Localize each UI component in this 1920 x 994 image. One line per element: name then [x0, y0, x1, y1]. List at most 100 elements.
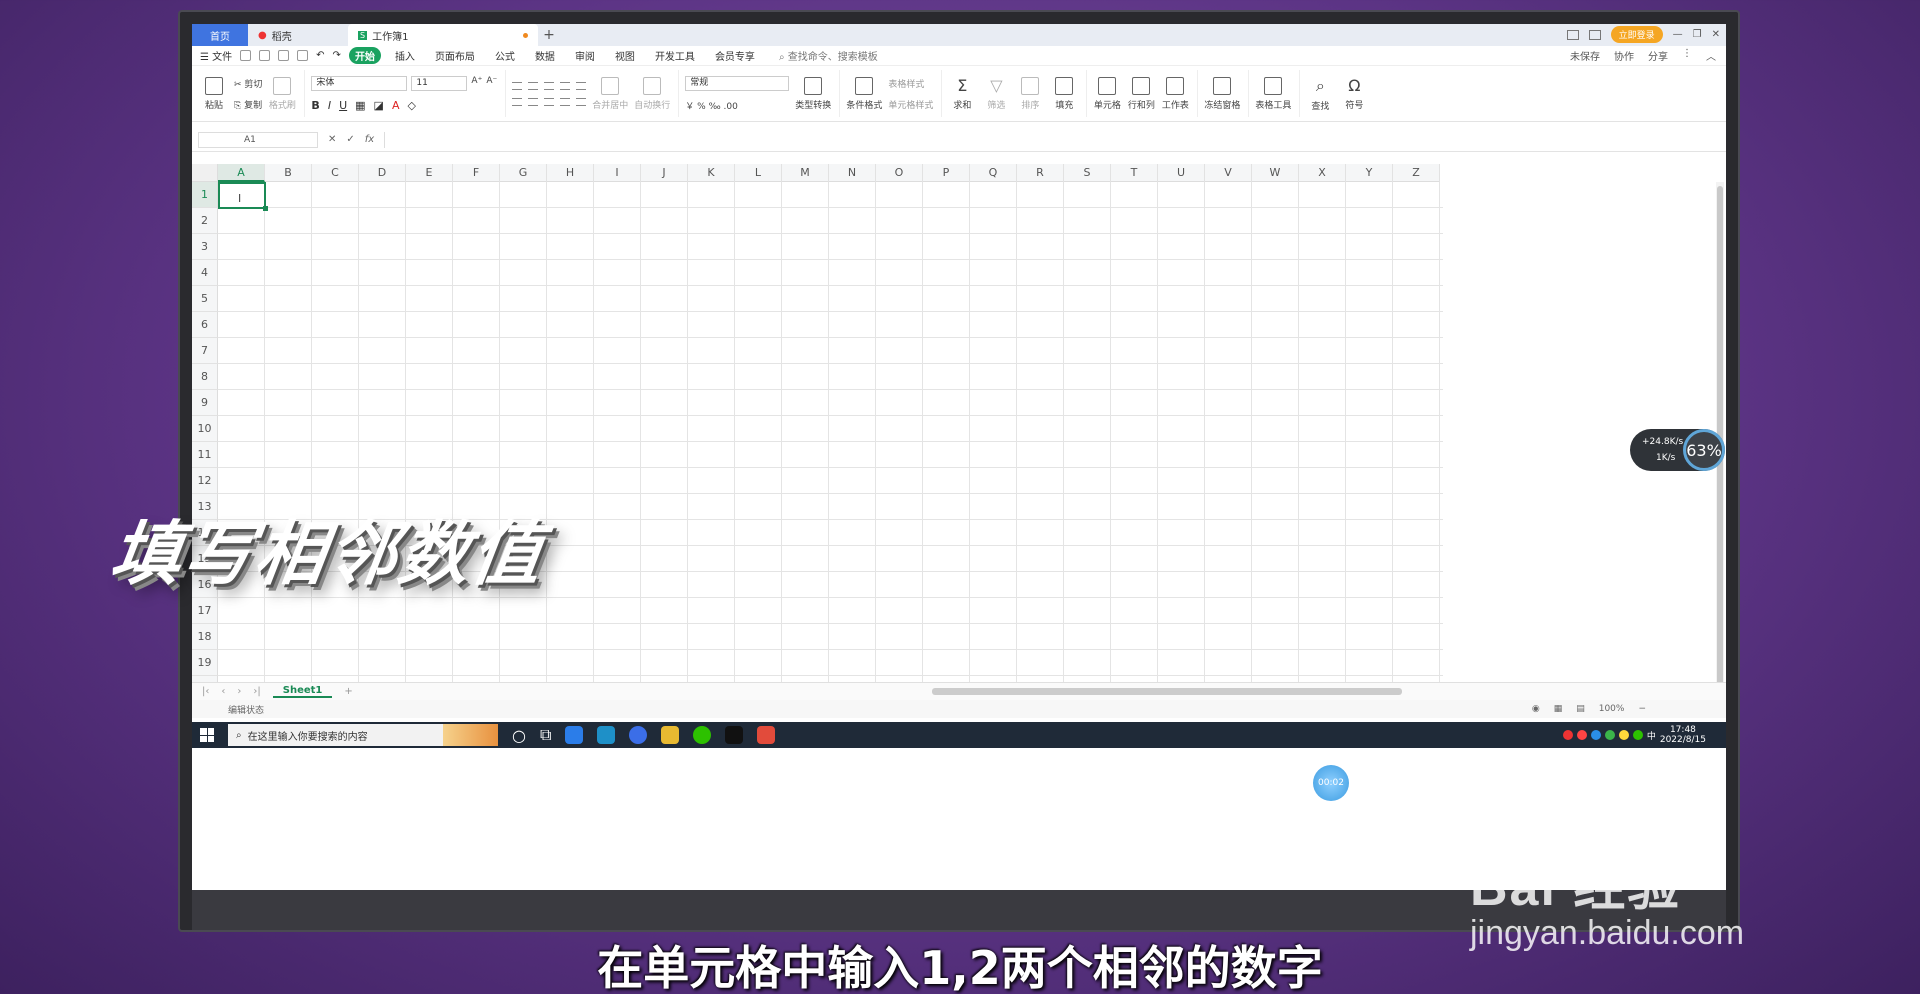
- sheet-button[interactable]: 工作表: [1161, 76, 1189, 111]
- cells-button[interactable]: 单元格: [1093, 76, 1121, 111]
- wrap-button[interactable]: 自动换行: [634, 76, 670, 111]
- filter-button[interactable]: ▽ 筛选: [982, 76, 1010, 111]
- tray-wps-icon[interactable]: [1562, 730, 1573, 740]
- formula-input[interactable]: [384, 131, 1726, 148]
- clock[interactable]: 17:48 2022/8/15: [1660, 725, 1706, 745]
- select-all-corner[interactable]: [192, 164, 218, 182]
- column-header-e[interactable]: E: [406, 164, 453, 182]
- tab-daoke[interactable]: ● 稻壳: [248, 24, 348, 46]
- menu-page-layout[interactable]: 页面布局: [429, 47, 481, 64]
- sheet-nav-prev-icon[interactable]: ‹: [221, 686, 225, 697]
- sort-button[interactable]: 排序: [1016, 76, 1044, 111]
- column-header-x[interactable]: X: [1299, 164, 1346, 182]
- recording-timer[interactable]: 00:02: [1313, 765, 1349, 801]
- cell-area[interactable]: [218, 182, 1443, 703]
- column-header-w[interactable]: W: [1252, 164, 1299, 182]
- menu-formula[interactable]: 公式: [489, 47, 521, 64]
- eraser-icon[interactable]: ◇: [407, 99, 415, 112]
- column-header-i[interactable]: I: [594, 164, 641, 182]
- name-box[interactable]: A1: [198, 131, 318, 148]
- app-search-icon[interactable]: [565, 726, 584, 744]
- cancel-formula-icon[interactable]: ✕: [328, 134, 336, 145]
- horizontal-scrollbar[interactable]: [932, 688, 1402, 695]
- fill-color-icon[interactable]: ◪: [374, 99, 384, 112]
- new-tab-button[interactable]: +: [538, 24, 560, 46]
- sum-button[interactable]: Σ 求和: [948, 76, 976, 111]
- row-header-6[interactable]: 6: [192, 312, 218, 338]
- fill-button[interactable]: 填充: [1050, 76, 1078, 111]
- zoom-out-icon[interactable]: −: [1638, 704, 1646, 714]
- command-search[interactable]: ⌕ 查找命令、搜索模板: [779, 48, 878, 63]
- row-header-10[interactable]: 10: [192, 416, 218, 442]
- align-center-icon[interactable]: [528, 97, 539, 106]
- zoom-level[interactable]: 100%: [1599, 704, 1625, 714]
- task-view-icon[interactable]: ⧉: [540, 725, 551, 745]
- cortana-icon[interactable]: ○: [512, 726, 526, 745]
- active-cell-a1[interactable]: [218, 182, 268, 211]
- row-header-12[interactable]: 12: [192, 468, 218, 494]
- column-header-y[interactable]: Y: [1346, 164, 1393, 182]
- column-header-h[interactable]: H: [547, 164, 594, 182]
- menu-review[interactable]: 审阅: [569, 47, 601, 64]
- type-convert-button[interactable]: 类型转换: [795, 76, 831, 111]
- row-header-7[interactable]: 7: [192, 338, 218, 364]
- tray-wechat-icon[interactable]: [1632, 730, 1643, 740]
- collapse-ribbon-icon[interactable]: ︿: [1706, 48, 1716, 63]
- browser-icon[interactable]: [629, 726, 648, 744]
- cell-style-button[interactable]: 单元格样式: [888, 98, 933, 111]
- symbol-button[interactable]: Ω 符号: [1340, 76, 1368, 111]
- indent-inc-icon[interactable]: [576, 81, 587, 90]
- minimize-icon[interactable]: —: [1673, 29, 1683, 40]
- align-right-icon[interactable]: [544, 97, 555, 106]
- sheet-nav-first-icon[interactable]: |‹: [202, 686, 209, 697]
- add-sheet-button[interactable]: +: [344, 686, 352, 697]
- confirm-formula-icon[interactable]: ✓: [346, 134, 354, 145]
- row-header-11[interactable]: 11: [192, 442, 218, 468]
- shrink-font-icon[interactable]: A⁻: [486, 76, 497, 91]
- normal-view-icon[interactable]: ▦: [1554, 704, 1563, 714]
- edge-icon[interactable]: [597, 726, 616, 744]
- menu-start[interactable]: 开始: [348, 47, 381, 64]
- sheet-nav-next-icon[interactable]: ›: [237, 686, 241, 697]
- ime-indicator[interactable]: 中: [1647, 729, 1656, 742]
- more-icon[interactable]: ⋮: [1682, 48, 1692, 63]
- column-header-g[interactable]: G: [500, 164, 547, 182]
- grow-font-icon[interactable]: A⁺: [471, 76, 482, 91]
- column-header-c[interactable]: C: [312, 164, 359, 182]
- indent-dec-icon[interactable]: [560, 81, 571, 90]
- login-button[interactable]: 立即登录: [1610, 26, 1663, 43]
- page-view-icon[interactable]: ▤: [1576, 704, 1585, 714]
- border-icon[interactable]: ▦: [355, 99, 365, 112]
- column-header-q[interactable]: Q: [970, 164, 1017, 182]
- column-header-u[interactable]: U: [1158, 164, 1205, 182]
- sheet-nav-last-icon[interactable]: ›|: [253, 686, 260, 697]
- sheet-tab-sheet1[interactable]: Sheet1: [272, 685, 333, 698]
- column-header-k[interactable]: K: [688, 164, 735, 182]
- wps-taskbar-icon[interactable]: [757, 726, 776, 744]
- row-header-2[interactable]: 2: [192, 208, 218, 234]
- restore-icon[interactable]: ❐: [1693, 29, 1702, 40]
- table-tools-button[interactable]: 表格工具: [1255, 76, 1291, 111]
- italic-icon[interactable]: I: [328, 99, 331, 112]
- menu-view[interactable]: 视图: [609, 47, 641, 64]
- row-header-9[interactable]: 9: [192, 390, 218, 416]
- column-header-m[interactable]: M: [782, 164, 829, 182]
- column-header-v[interactable]: V: [1205, 164, 1252, 182]
- tray-blue-icon[interactable]: [1590, 730, 1601, 740]
- number-format-select[interactable]: 常规: [685, 75, 790, 91]
- cond-format-button[interactable]: 条件格式: [846, 76, 882, 111]
- column-header-r[interactable]: R: [1017, 164, 1064, 182]
- tray-app-icon[interactable]: [1576, 730, 1587, 740]
- apps-icon[interactable]: [1588, 29, 1601, 40]
- menu-data[interactable]: 数据: [529, 47, 561, 64]
- fx-button[interactable]: fx: [365, 134, 374, 145]
- cut-button[interactable]: ✂ 剪切: [234, 77, 262, 90]
- justify-icon[interactable]: [560, 97, 571, 106]
- export-icon[interactable]: [259, 50, 271, 61]
- row-header-17[interactable]: 17: [192, 598, 218, 624]
- row-header-5[interactable]: 5: [192, 286, 218, 312]
- menu-member[interactable]: 会员专享: [709, 47, 761, 64]
- explorer-icon[interactable]: [661, 726, 680, 744]
- preview-icon[interactable]: [297, 50, 309, 61]
- merge-button[interactable]: 合并居中: [592, 76, 628, 111]
